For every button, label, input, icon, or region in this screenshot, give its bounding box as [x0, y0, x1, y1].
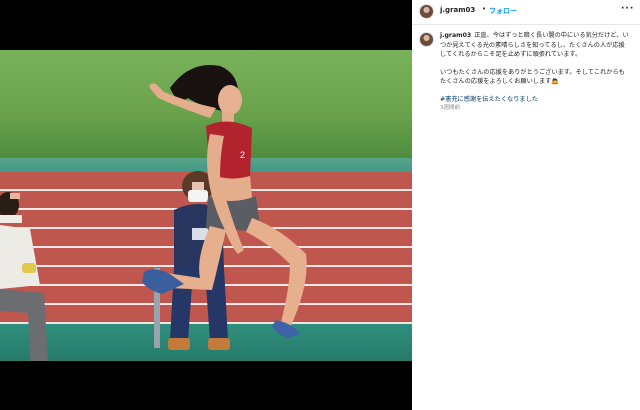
header-username[interactable]: j.gram03 — [440, 6, 475, 14]
post-panel: j.gram03 • フォロー ··· j.gram03 正直、今はずっと暗く長い… — [412, 0, 640, 410]
photo-athlete: 2 — [142, 64, 307, 338]
caption-paragraph-1: j.gram03 正直、今はずっと暗く長い闇の中にいる気分だけど、いつか見えてくる… — [440, 31, 630, 60]
photo-viewer: 2 — [0, 0, 412, 410]
more-options-icon[interactable]: ··· — [621, 4, 634, 14]
caption-username[interactable]: j.gram03 — [440, 32, 471, 39]
profile-avatar-icon[interactable] — [419, 4, 434, 19]
header-separator: • — [482, 5, 487, 13]
svg-text:2: 2 — [240, 150, 245, 160]
post-timestamp[interactable]: 3週間前 — [440, 103, 460, 111]
post-photo[interactable]: 2 — [0, 50, 412, 361]
follow-button[interactable]: フォロー — [489, 6, 517, 16]
hashtag-link[interactable]: #憲充に感謝を伝えたくなりました — [440, 96, 538, 103]
caption-text: j.gram03 正直、今はずっと暗く長い闇の中にいる気分だけど、いつか見えてくる… — [440, 31, 630, 112]
caption-paragraph-3: #憲充に感謝を伝えたくなりました — [440, 95, 630, 105]
caption-paragraph-2: いつもたくさんの応援をありがとうございます。そしてこれからもたくさんの応援をよろ… — [440, 68, 625, 86]
caption-avatar-icon[interactable] — [419, 32, 434, 47]
post-header: j.gram03 • フォロー ··· — [412, 0, 640, 25]
photo-spectator — [0, 192, 48, 361]
